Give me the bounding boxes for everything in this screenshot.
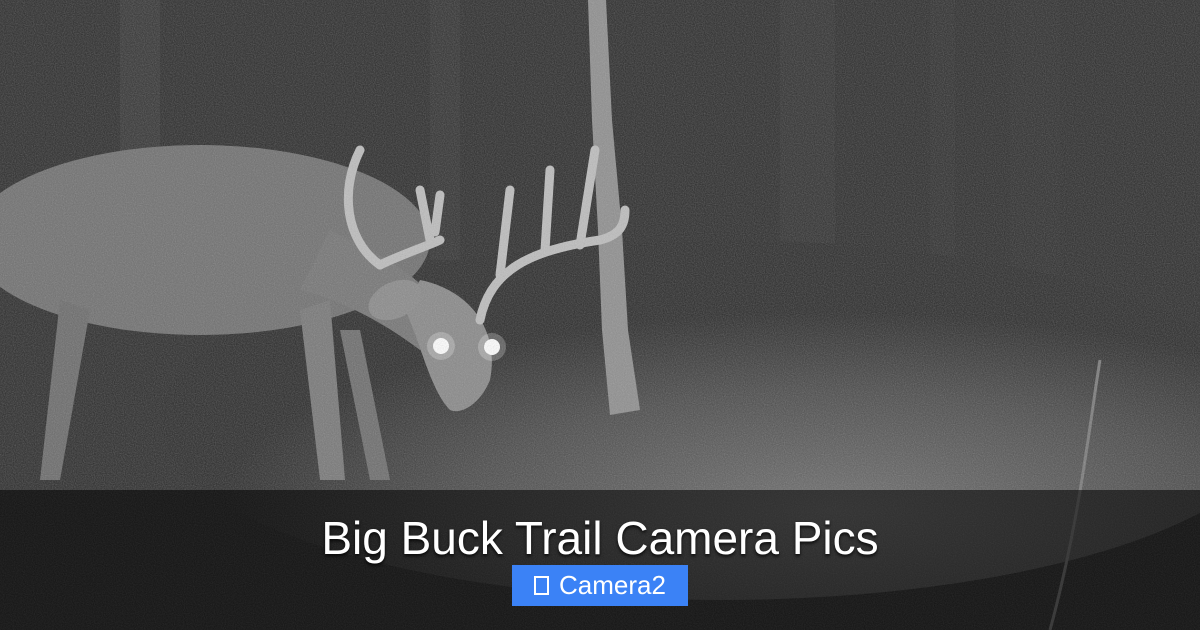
category-tag-label: Camera2 bbox=[559, 570, 666, 600]
category-tag[interactable]: Camera2 bbox=[512, 565, 688, 606]
hero-image: Big Buck Trail Camera Pics Camera2 bbox=[0, 0, 1200, 630]
page-title: Big Buck Trail Camera Pics bbox=[321, 512, 879, 564]
folder-icon bbox=[534, 576, 550, 595]
